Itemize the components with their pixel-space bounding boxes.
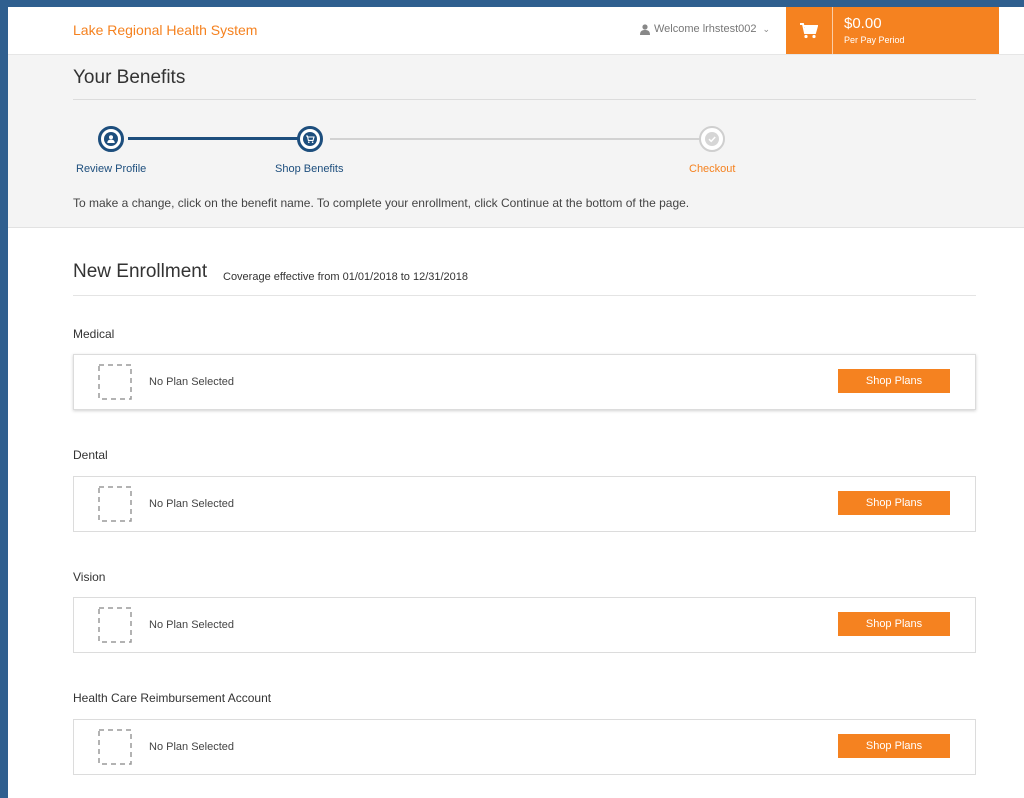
- plan-card-hcra: No Plan Selected Shop Plans: [73, 719, 976, 775]
- benefit-name-dental[interactable]: Dental: [73, 448, 108, 462]
- step-checkout[interactable]: [699, 126, 725, 152]
- empty-plan-icon: [98, 729, 132, 765]
- brand-name[interactable]: Lake Regional Health System: [73, 22, 257, 38]
- shop-plans-button[interactable]: Shop Plans: [838, 369, 950, 393]
- instructions-text: To make a change, click on the benefit n…: [73, 196, 690, 210]
- step-label-review-profile[interactable]: Review Profile: [76, 163, 146, 175]
- user-menu[interactable]: Welcome lrhstest002 ⌄: [640, 23, 770, 35]
- plan-card-dental: No Plan Selected Shop Plans: [73, 476, 976, 532]
- step-label-checkout[interactable]: Checkout: [689, 163, 735, 175]
- plan-card-vision: No Plan Selected Shop Plans: [73, 597, 976, 653]
- user-icon: [104, 132, 118, 146]
- cart-summary[interactable]: $0.00 Per Pay Period: [786, 7, 999, 54]
- plan-status: No Plan Selected: [149, 376, 234, 388]
- benefit-name-medical[interactable]: Medical: [73, 327, 114, 341]
- plan-card-medical: No Plan Selected Shop Plans: [73, 354, 976, 410]
- welcome-text: Welcome lrhstest002: [654, 23, 757, 35]
- chevron-down-icon: ⌄: [762, 23, 771, 34]
- cart-period: Per Pay Period: [844, 35, 905, 45]
- plan-status: No Plan Selected: [149, 741, 234, 753]
- section-title: New Enrollment: [73, 261, 208, 282]
- plan-status: No Plan Selected: [149, 619, 234, 631]
- shop-plans-button[interactable]: Shop Plans: [838, 612, 950, 636]
- top-header: Lake Regional Health System Welcome lrhs…: [8, 7, 1024, 55]
- cart-icon: [303, 132, 317, 146]
- step-label-shop-benefits[interactable]: Shop Benefits: [275, 163, 344, 175]
- user-icon: [640, 23, 650, 35]
- divider: [73, 99, 976, 100]
- step-shop-benefits[interactable]: [297, 126, 323, 152]
- divider: [73, 295, 976, 296]
- benefit-name-vision[interactable]: Vision: [73, 570, 105, 584]
- page-title: Your Benefits: [73, 67, 186, 88]
- check-icon: [705, 132, 719, 146]
- shop-plans-button[interactable]: Shop Plans: [838, 491, 950, 515]
- step-review-profile[interactable]: [98, 126, 124, 152]
- coverage-dates: Coverage effective from 01/01/2018 to 12…: [223, 271, 469, 283]
- empty-plan-icon: [98, 364, 132, 400]
- empty-plan-icon: [98, 486, 132, 522]
- plan-status: No Plan Selected: [149, 498, 234, 510]
- benefits-progress-panel: Your Benefits Review Profile Shop Benefi…: [8, 55, 1024, 228]
- progress-track-remaining: [330, 138, 700, 140]
- benefit-name-hcra[interactable]: Health Care Reimbursement Account: [73, 691, 271, 705]
- shop-plans-button[interactable]: Shop Plans: [838, 734, 950, 758]
- cart-amount: $0.00: [844, 15, 882, 32]
- cart-button[interactable]: [786, 7, 833, 54]
- empty-plan-icon: [98, 607, 132, 643]
- cart-icon: [800, 22, 818, 38]
- progress-track-complete: [128, 137, 298, 140]
- page: Lake Regional Health System Welcome lrhs…: [8, 7, 1024, 798]
